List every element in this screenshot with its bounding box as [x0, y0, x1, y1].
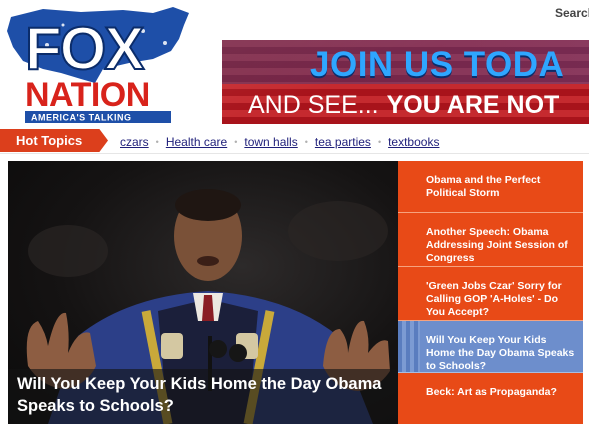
topic-link-tea-parties[interactable]: tea parties [315, 135, 371, 149]
story-title: Obama and the Perfect Political Storm [426, 174, 541, 199]
join-us-banner-ad[interactable]: JOIN US TODA AND SEE... YOU ARE NOT [222, 40, 589, 124]
story-title: Beck: Art as Propaganda? [426, 386, 557, 398]
story-item[interactable]: Beck: Art as Propaganda? [398, 373, 583, 424]
featured-story-caption: Will You Keep Your Kids Home the Day Oba… [8, 369, 398, 424]
banner-headline: JOIN US TODA [310, 45, 565, 84]
topic-link-textbooks[interactable]: textbooks [388, 135, 439, 149]
topic-separator: • [304, 137, 308, 147]
topic-separator: • [234, 137, 238, 147]
fox-nation-logo[interactable]: FOX NATION AMERICA'S TALKING [3, 3, 198, 125]
hot-topics-label: Hot Topics [0, 129, 108, 152]
hot-topics-list: czars • Health care • town halls • tea p… [120, 133, 439, 151]
story-item[interactable]: Another Speech: Obama Addressing Joint S… [398, 213, 583, 267]
topic-link-czars[interactable]: czars [120, 135, 149, 149]
logo-wordmark-fox: FOX [25, 15, 144, 82]
topic-link-town-halls[interactable]: town halls [244, 135, 297, 149]
featured-story[interactable]: Will You Keep Your Kids Home the Day Oba… [8, 161, 398, 424]
story-title: Another Speech: Obama Addressing Joint S… [426, 226, 568, 264]
banner-subline: AND SEE... YOU ARE NOT [248, 91, 559, 120]
logo-tagline: AMERICA'S TALKING [31, 113, 131, 123]
topic-separator: • [155, 137, 159, 147]
story-item-active[interactable]: Will You Keep Your Kids Home the Day Oba… [398, 321, 583, 373]
search-link[interactable]: Search [555, 6, 589, 20]
hot-topics-label-text: Hot Topics [16, 133, 83, 148]
banner-subline-b: YOU ARE NOT [386, 91, 560, 119]
story-list: Obama and the Perfect Political Storm An… [398, 161, 583, 424]
banner-subline-a: AND SEE... [248, 91, 379, 119]
story-item[interactable]: Obama and the Perfect Political Storm [398, 161, 583, 213]
featured-story-headline[interactable]: Will You Keep Your Kids Home the Day Oba… [17, 373, 387, 417]
logo-wordmark-nation: NATION [25, 76, 150, 114]
topic-link-health-care[interactable]: Health care [166, 135, 227, 149]
logo-graphic: FOX NATION AMERICA'S TALKING [7, 7, 189, 123]
story-title: 'Green Jobs Czar' Sorry for Calling GOP … [426, 280, 562, 318]
story-item[interactable]: 'Green Jobs Czar' Sorry for Calling GOP … [398, 267, 583, 321]
topics-divider [0, 153, 589, 154]
topic-separator: • [377, 137, 382, 147]
story-title: Will You Keep Your Kids Home the Day Oba… [426, 334, 575, 372]
